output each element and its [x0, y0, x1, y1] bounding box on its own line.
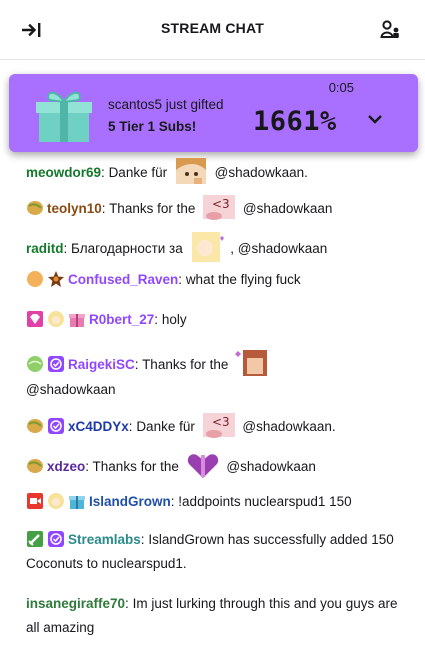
gift-badge-icon[interactable] — [68, 310, 86, 328]
chat-message: xdzeo: Thanks for the @shadowkaan — [26, 450, 406, 480]
community-button[interactable] — [377, 16, 405, 44]
username[interactable]: RaigekiSC — [68, 357, 135, 372]
colon: : — [101, 165, 105, 180]
emote-less-three-icon: <3 — [203, 195, 236, 220]
record-badge-icon[interactable] — [26, 492, 44, 510]
message-text: !addpoints nuclearspud1 150 — [178, 494, 352, 509]
chat-message: IslandGrown: !addpoints nuclearspud1 150 — [26, 490, 406, 514]
message-text: holy — [161, 312, 187, 327]
chat-message: Streamlabs: IslandGrown has successfully… — [26, 528, 406, 576]
mention[interactable]: @shadowkaan — [243, 201, 333, 216]
message-text: Danke für — [136, 419, 195, 434]
emote-anime-face-icon — [175, 158, 206, 184]
message-text: what the flying fuck — [185, 272, 301, 287]
anime-sub-badge-icon[interactable] — [47, 492, 65, 510]
message-text: Благодарности за — [71, 241, 183, 256]
message-text: Thanks for the — [142, 357, 229, 372]
username[interactable]: insanegiraffe70 — [26, 596, 125, 611]
chat-title: STREAM CHAT — [160, 20, 265, 36]
username[interactable]: teolyn10 — [47, 201, 102, 216]
emote-less-three-icon: <3 — [202, 413, 235, 438]
mention[interactable]: @shadowkaan. — [215, 165, 308, 180]
message-text: Thanks for the — [92, 459, 179, 474]
colon: : — [134, 357, 139, 372]
colon: : — [140, 532, 145, 547]
gift-sub-banner: scantos5 just gifted 5 Tier 1 Subs! 0:05… — [9, 74, 418, 152]
chat-message: xC4DDYx: Danke für <3 @shadowkaan. — [26, 410, 406, 440]
gift-badge-icon[interactable] — [68, 492, 86, 510]
nut-badge-icon[interactable] — [26, 199, 44, 217]
username[interactable]: Streamlabs — [68, 532, 141, 547]
chat-message: teolyn10: Thanks for the <3 @shadowkaan — [26, 192, 406, 222]
chat-message: insanegiraffe70: Im just lurking through… — [26, 592, 406, 640]
username[interactable]: R0bert_27 — [89, 312, 154, 327]
banner-timer: 0:05 — [328, 80, 354, 95]
orange-dot-badge-icon[interactable] — [26, 270, 44, 288]
emote-blonde-girl-icon — [191, 232, 224, 262]
svg-text:<3: <3 — [212, 415, 230, 429]
prime-diamond-badge-icon[interactable] — [26, 310, 44, 328]
chat-message: R0bert_27: holy — [26, 308, 406, 332]
colon: : — [170, 494, 175, 509]
svg-text:<3: <3 — [212, 197, 230, 211]
chat-message: raditd: Благодарности за , @shadowkaan — [26, 232, 406, 262]
username[interactable]: xdzeo — [47, 459, 85, 474]
chevron-down-icon[interactable] — [366, 112, 384, 126]
username[interactable]: Confused_Raven — [68, 272, 178, 287]
anime-sub-badge-icon[interactable] — [47, 310, 65, 328]
colon: : — [125, 596, 129, 611]
colon: : — [85, 459, 90, 474]
username[interactable]: meowdor69 — [26, 165, 101, 180]
chat-header: STREAM CHAT — [0, 0, 425, 60]
colon: : — [63, 241, 68, 256]
star-badge-icon[interactable] — [47, 270, 65, 288]
gift-message: scantos5 just gifted 5 Tier 1 Subs! — [108, 94, 224, 138]
mention[interactable]: @shadowkaan — [26, 382, 116, 397]
colon: : — [178, 272, 183, 287]
gift-message-line2: 5 Tier 1 Subs! — [108, 119, 197, 134]
username[interactable]: xC4DDYx — [68, 419, 129, 434]
colon: : — [101, 201, 106, 216]
mention[interactable]: @shadowkaan. — [242, 419, 335, 434]
colon: : — [154, 312, 159, 327]
mention[interactable]: @shadowkaan — [226, 459, 316, 474]
nut-badge-icon[interactable] — [26, 457, 44, 475]
username[interactable]: raditd — [26, 241, 64, 256]
sword-badge-icon[interactable] — [26, 530, 44, 548]
mention[interactable]: , @shadowkaan — [230, 241, 327, 256]
green-orb-badge-icon[interactable] — [26, 355, 44, 373]
verified-badge-icon[interactable] — [47, 355, 65, 373]
gift-icon — [36, 91, 92, 142]
emote-redhead-icon — [235, 350, 268, 376]
chat-message: Confused_Raven: what the flying fuck — [26, 268, 406, 292]
verified-badge-icon[interactable] — [47, 417, 65, 435]
chat-message: RaigekiSC: Thanks for the @shadowkaan — [26, 348, 406, 402]
username[interactable]: IslandGrown — [89, 494, 171, 509]
nut-badge-icon[interactable] — [26, 417, 44, 435]
message-text: Danke für — [108, 165, 168, 180]
hype-percent: 1661% — [253, 106, 337, 137]
message-text: Thanks for the — [109, 201, 196, 216]
emote-heart-box-icon — [187, 454, 218, 478]
colon: : — [128, 419, 133, 434]
chat-message: meowdor69: Danke für @shadowkaan. — [26, 156, 406, 186]
gift-message-line1: scantos5 just gifted — [108, 97, 224, 112]
verified-badge-icon[interactable] — [47, 530, 65, 548]
community-users-icon — [380, 20, 399, 38]
